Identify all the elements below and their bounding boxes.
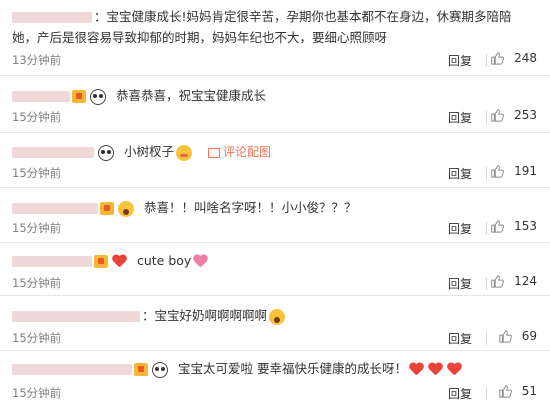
picture-link-label: 评论配图 [222,145,271,159]
comment-body: 宝宝太可爱啦 要幸福快乐健康的成长呀！ [12,358,536,379]
reply-button[interactable]: 回复 [448,109,472,126]
username-blurred[interactable] [12,203,98,214]
like-count: 124 [514,274,537,288]
comment-body: cute boy [12,250,536,271]
like-count: 253 [514,108,537,122]
heart-emoji-icon [447,363,462,377]
comment-time: 15分钟前 [12,386,62,400]
divider [486,54,487,67]
like-button[interactable]: 191 [490,164,537,178]
heart-emoji-icon [409,363,424,377]
like-count: 191 [514,164,537,178]
comment-time: 15分钟前 [12,331,62,345]
divider [486,332,487,345]
comment-item: ：宝宝好奶啊啊啊啊啊 15分钟前 回复 69 [0,296,550,351]
comment-item: 宝宝太可爱啦 要幸福快乐健康的成长呀！ 15分钟前 回复 51 [0,351,550,407]
vip-badge-icon [134,363,148,376]
heart-emoji-icon [193,255,208,269]
vip-badge-icon [72,90,86,103]
panda-emoji-icon [98,144,114,161]
like-button[interactable]: 124 [490,274,537,288]
thumbs-up-icon [491,109,505,122]
like-count: 248 [514,51,537,65]
reply-button[interactable]: 回复 [448,220,472,237]
comment-text: 恭喜！！叫啥名字呀！！小小俊？？？ [143,200,357,215]
heart-emoji-icon [428,363,443,377]
comment-time: 15分钟前 [12,110,62,124]
panda-emoji-icon [90,88,106,105]
comment-item: 小树杈子 评论配图 15分钟前 回复 191 [0,133,550,188]
comment-time: 15分钟前 [12,276,62,290]
thumbs-up-icon [491,220,505,233]
comment-text: cute boy [136,253,192,268]
thumbs-up-icon [498,330,512,343]
like-button[interactable]: 153 [490,219,537,233]
comment-body: 恭喜！！叫啥名字呀！！小小俊？？？ [12,197,536,218]
comment-time: 15分钟前 [12,221,62,235]
thumbs-up-icon [491,165,505,178]
comment-text: 小树杈子 [123,144,174,159]
panda-emoji-icon [152,361,168,378]
comment-item: 恭喜恭喜，祝宝宝健康成长 15分钟前 回复 253 [0,76,550,133]
comment-text: ：宝宝好奶啊啊啊啊啊 [142,308,268,323]
vip-badge-icon [100,202,114,215]
like-button[interactable]: 248 [490,51,537,65]
divider [486,387,487,400]
picture-icon [207,147,220,158]
comment-body: 小树杈子 评论配图 [12,141,536,163]
surprised-emoji-icon [118,200,134,217]
username-blurred[interactable] [12,91,70,102]
thumbs-up-icon [491,275,505,288]
divider [486,111,487,124]
comment-item: 恭喜！！叫啥名字呀！！小小俊？？？ 15分钟前 回复 153 [0,188,550,243]
comment-time: 13分钟前 [12,53,62,67]
like-button[interactable]: 253 [490,108,537,122]
divider [486,277,487,290]
username-blurred[interactable] [12,12,92,23]
reply-button[interactable]: 回复 [448,165,472,182]
divider [486,222,487,235]
comment-body: 恭喜恭喜，祝宝宝健康成长 [12,85,536,106]
comment-body: ：宝宝好奶啊啊啊啊啊 [12,305,536,326]
comment-time: 15分钟前 [12,166,62,180]
like-count: 153 [514,219,537,233]
reply-button[interactable]: 回复 [448,385,472,402]
like-count: 51 [521,384,537,398]
like-button[interactable]: 51 [498,384,537,398]
like-button[interactable]: 69 [498,329,537,343]
comment-text: 恭喜恭喜，祝宝宝健康成长 [115,88,266,103]
divider [486,167,487,180]
surprised-emoji-icon [269,308,286,325]
shy-emoji-icon [176,144,192,161]
username-blurred[interactable] [12,147,94,158]
reply-button[interactable]: 回复 [448,52,472,69]
heart-emoji-icon [112,255,127,269]
username-blurred[interactable] [12,256,92,267]
thumbs-up-icon [491,52,505,65]
comment-item: ：宝宝健康成长!妈妈肯定很辛苦，孕期你也基本都不在身边，休赛期多陪陪她，产后是很… [0,0,550,76]
comment-picture-link[interactable]: 评论配图 [207,145,271,159]
comment-text: 宝宝太可爱啦 要幸福快乐健康的成长呀！ [177,361,407,376]
comment-body: ：宝宝健康成长!妈妈肯定很辛苦，孕期你也基本都不在身边，休赛期多陪陪她，产后是很… [12,6,536,48]
thumbs-up-icon [498,385,512,398]
comment-item: cute boy 15分钟前 回复 124 [0,243,550,296]
username-blurred[interactable] [12,311,140,322]
reply-button[interactable]: 回复 [448,275,472,292]
vip-badge-icon [94,255,108,268]
username-blurred[interactable] [12,364,132,375]
reply-button[interactable]: 回复 [448,330,472,347]
like-count: 69 [521,329,537,343]
